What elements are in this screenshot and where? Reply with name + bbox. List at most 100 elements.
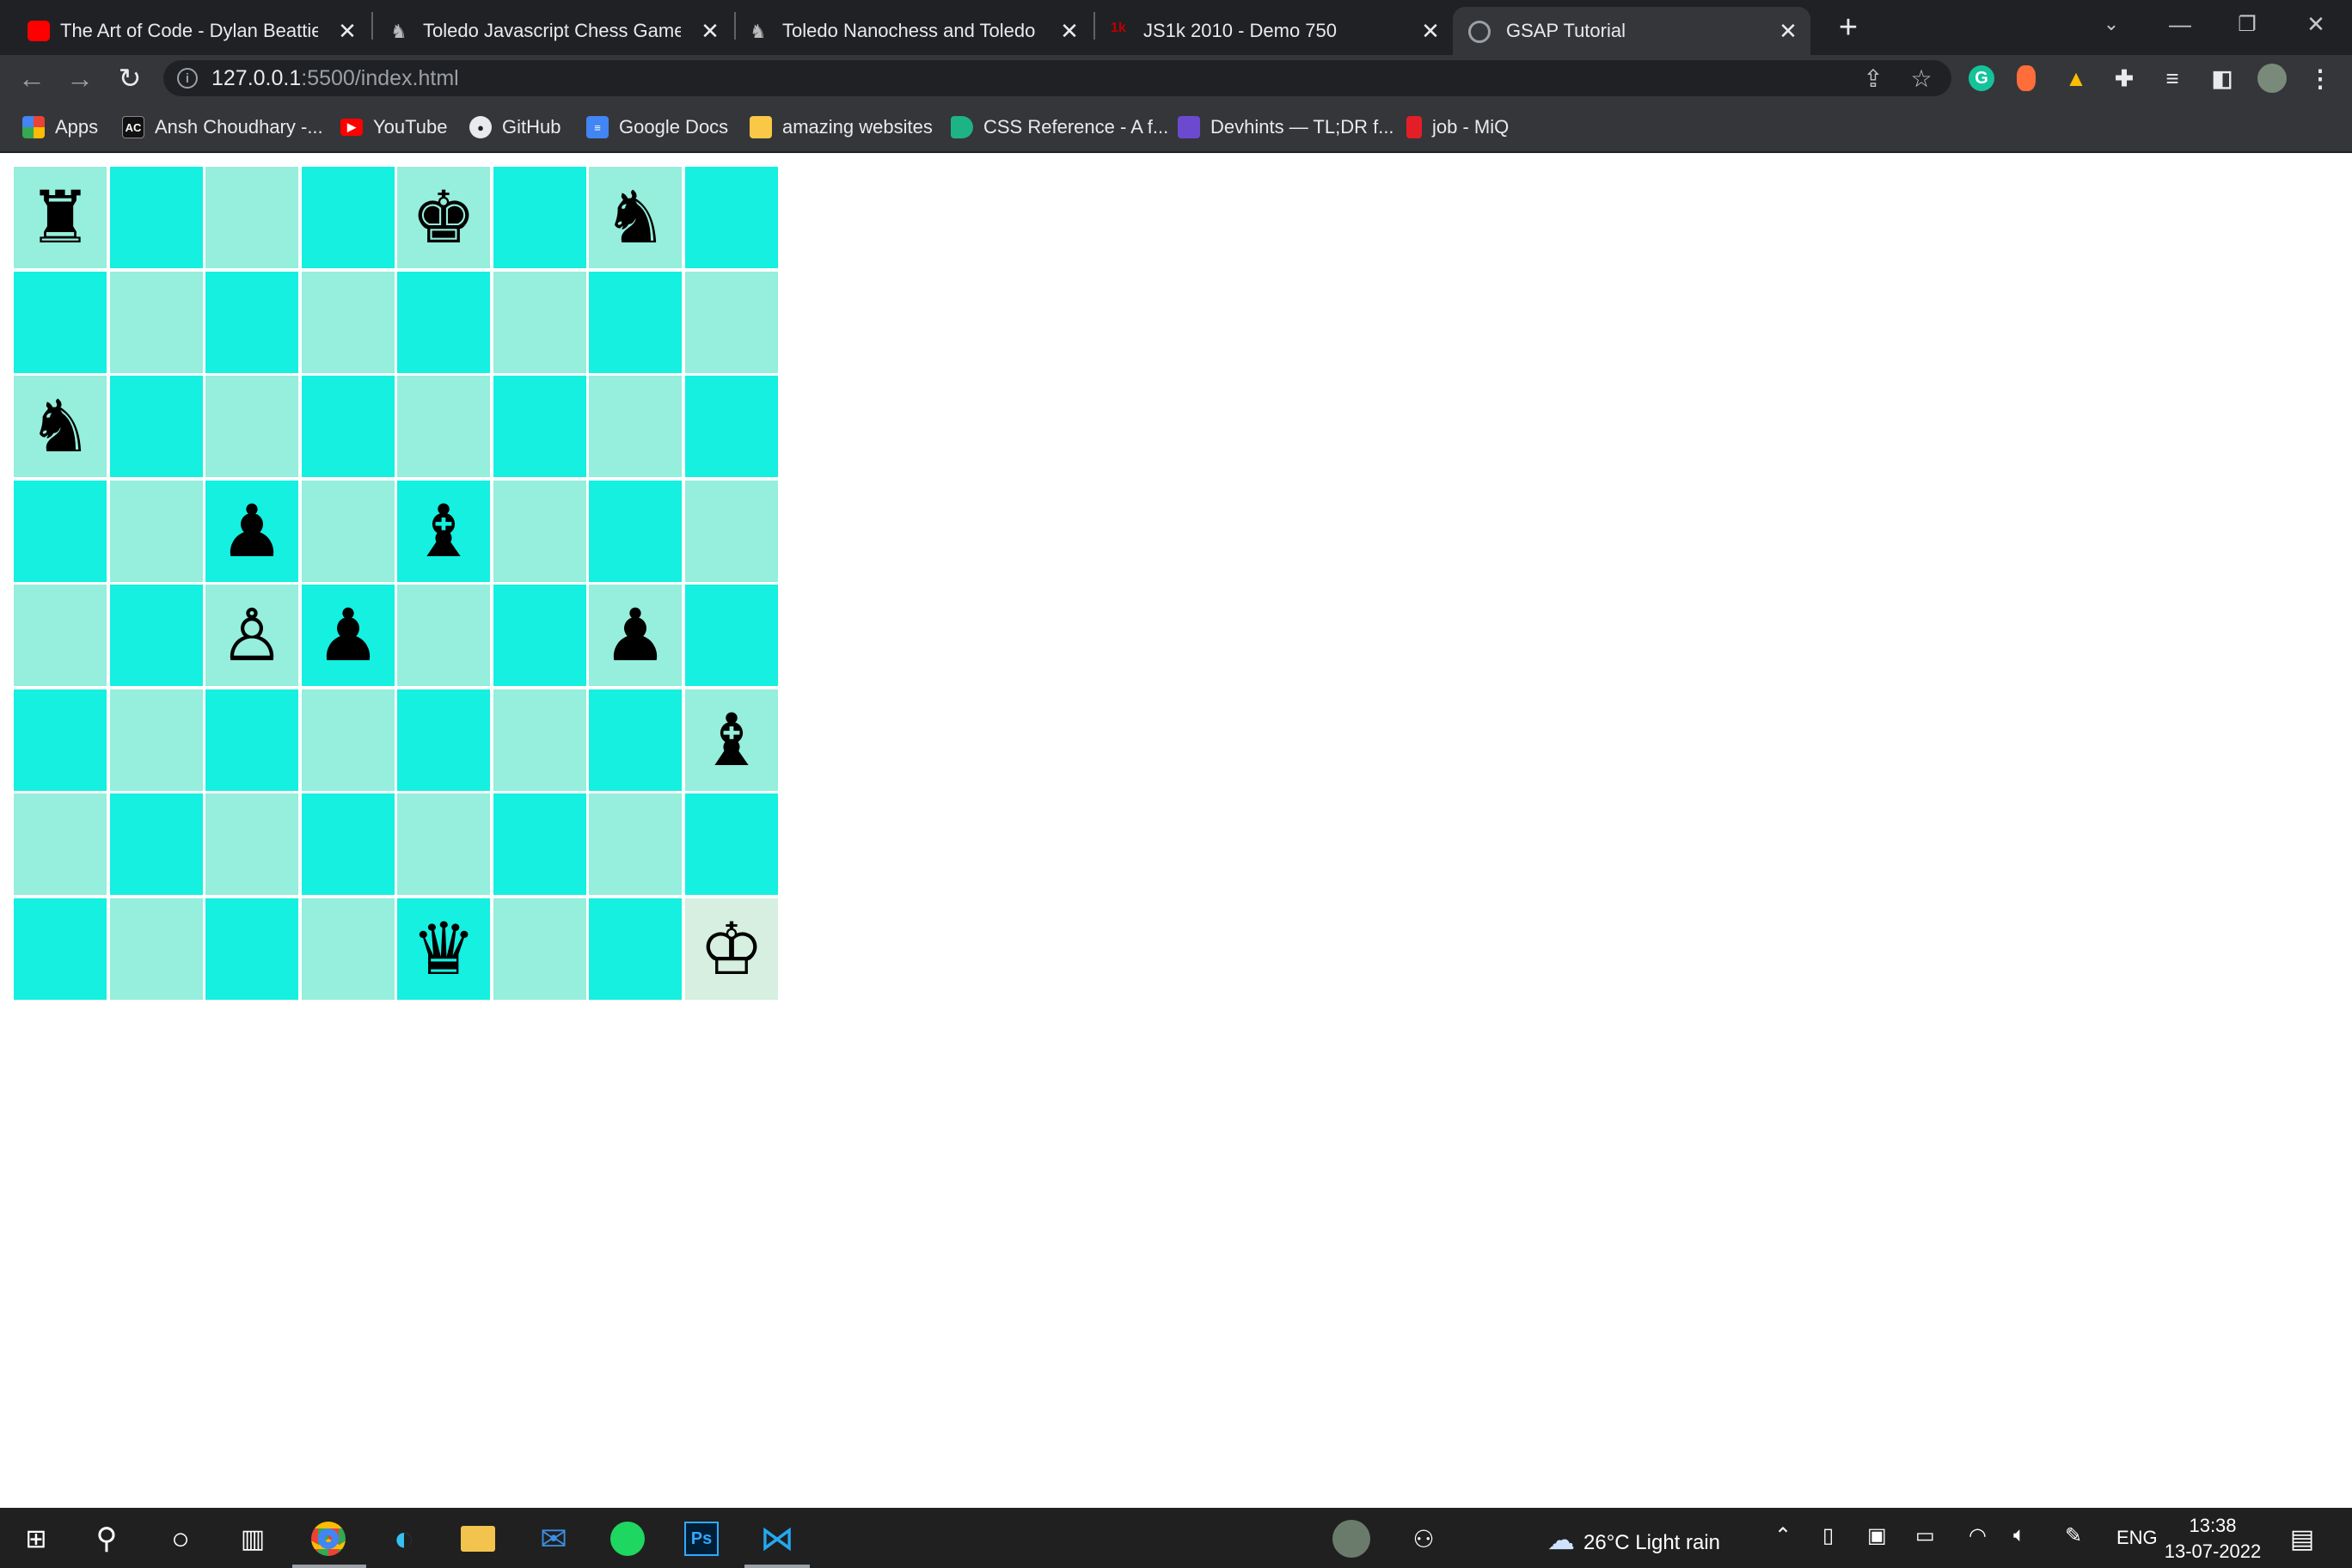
bookmark-apps[interactable]: Apps — [22, 113, 98, 141]
square-d1[interactable] — [302, 898, 395, 1000]
bookmark-ansh[interactable]: AC Ansh Choudhary -... — [122, 113, 323, 141]
bookmark-amazing-websites[interactable]: amazing websites — [750, 113, 933, 141]
tab-toledo-chess[interactable]: ♞ Toledo Javascript Chess Game ✕ — [389, 7, 732, 55]
square-h1[interactable]: ♔ — [685, 898, 778, 1000]
square-g2[interactable] — [589, 793, 682, 895]
square-d6[interactable] — [302, 376, 395, 477]
grammarly-icon[interactable]: G — [1969, 65, 1994, 91]
new-tab-button[interactable]: + — [1831, 9, 1865, 46]
battery-icon[interactable]: ▭ — [1915, 1523, 1935, 1548]
square-h3[interactable]: ♝ — [685, 689, 778, 791]
tab-toledo-nanochess[interactable]: ♞ Toledo Nanochess and Toledo Pi ✕ — [748, 7, 1092, 55]
square-d5[interactable] — [302, 481, 395, 582]
square-g3[interactable] — [589, 689, 682, 791]
square-e8[interactable]: ♚ — [397, 167, 490, 268]
square-c5[interactable]: ♟ — [205, 481, 298, 582]
square-b3[interactable] — [110, 689, 203, 791]
square-b8[interactable] — [110, 167, 203, 268]
address-bar[interactable]: i 127.0.0.1:5500/index.html — [163, 60, 1951, 96]
square-f4[interactable] — [493, 585, 586, 686]
square-h5[interactable] — [685, 481, 778, 582]
mail-icon[interactable]: ✉ — [533, 1518, 574, 1559]
file-explorer-icon[interactable] — [457, 1518, 499, 1559]
bookmark-youtube[interactable]: ▶ YouTube — [340, 113, 447, 141]
chess-piece[interactable]: ♜ — [28, 181, 92, 254]
chess-piece[interactable]: ♟ — [219, 495, 284, 567]
square-c2[interactable] — [205, 793, 298, 895]
square-d7[interactable] — [302, 272, 395, 373]
extension-icon[interactable] — [2017, 65, 2036, 91]
square-a6[interactable]: ♞ — [14, 376, 107, 477]
profile-avatar[interactable] — [2257, 64, 2287, 93]
weather-widget[interactable]: ☁ 26°C Light rain — [1547, 1523, 1720, 1556]
vscode-icon[interactable]: ⋈ — [756, 1518, 798, 1559]
people-icon[interactable]: ⚇ — [1403, 1518, 1444, 1559]
bookmark-devhints[interactable]: Devhints — TL;DR f... — [1178, 113, 1394, 141]
square-b2[interactable] — [110, 793, 203, 895]
chess-piece[interactable]: ♛ — [411, 913, 475, 985]
bookmark-github[interactable]: ● GitHub — [469, 113, 560, 141]
bookmark-google-docs[interactable]: ≡ Google Docs — [586, 113, 728, 141]
square-g6[interactable] — [589, 376, 682, 477]
pen-icon[interactable]: ✎ — [2065, 1523, 2082, 1548]
restore-button[interactable]: ❐ — [2221, 7, 2273, 41]
close-icon[interactable]: ✕ — [698, 18, 722, 44]
extensions-puzzle-icon[interactable]: ✚ — [2111, 65, 2137, 91]
language-indicator[interactable]: ENG — [2116, 1527, 2158, 1549]
square-e6[interactable] — [397, 376, 490, 477]
square-g5[interactable] — [589, 481, 682, 582]
square-b6[interactable] — [110, 376, 203, 477]
square-c4[interactable]: ♙ — [205, 585, 298, 686]
windows-start-icon[interactable]: ⊞ — [15, 1518, 57, 1559]
chess-piece[interactable]: ♞ — [603, 181, 667, 254]
chess-piece[interactable]: ♟ — [603, 599, 667, 671]
system-clock[interactable]: 13:38 13-07-2022 — [2161, 1513, 2264, 1565]
minimize-button[interactable]: — — [2154, 7, 2206, 41]
square-d8[interactable] — [302, 167, 395, 268]
close-icon[interactable]: ✕ — [1057, 18, 1081, 44]
reload-button[interactable]: ↻ — [112, 60, 148, 96]
side-panel-icon[interactable]: ◧ — [2209, 65, 2235, 91]
square-g4[interactable]: ♟ — [589, 585, 682, 686]
square-e3[interactable] — [397, 689, 490, 791]
square-b7[interactable] — [110, 272, 203, 373]
tab-js1k[interactable]: 1k JS1k 2010 - Demo 750 ✕ — [1109, 7, 1453, 55]
share-icon[interactable]: ⇪ — [1857, 62, 1890, 95]
bookmark-job-miq[interactable]: job - MiQ — [1406, 113, 1509, 141]
search-icon[interactable]: ⚲ — [86, 1518, 127, 1559]
square-e2[interactable] — [397, 793, 490, 895]
edge-icon[interactable]: ◐ — [383, 1518, 425, 1559]
square-b4[interactable] — [110, 585, 203, 686]
spotify-icon[interactable] — [607, 1518, 648, 1559]
square-g8[interactable]: ♞ — [589, 167, 682, 268]
square-f3[interactable] — [493, 689, 586, 791]
close-icon[interactable]: ✕ — [1418, 18, 1442, 44]
chess-piece[interactable]: ♝ — [699, 704, 763, 776]
tray-app-icon[interactable]: ▯ — [1822, 1523, 1834, 1548]
square-c7[interactable] — [205, 272, 298, 373]
square-f6[interactable] — [493, 376, 586, 477]
wifi-icon[interactable]: ◠ — [1969, 1523, 1987, 1548]
chess-piece[interactable]: ♟ — [315, 599, 380, 671]
reading-list-icon[interactable]: ≡ — [2159, 65, 2185, 91]
square-c6[interactable] — [205, 376, 298, 477]
square-a5[interactable] — [14, 481, 107, 582]
square-d2[interactable] — [302, 793, 395, 895]
chrome-icon[interactable] — [308, 1518, 349, 1559]
square-a7[interactable] — [14, 272, 107, 373]
square-e5[interactable]: ♝ — [397, 481, 490, 582]
square-b1[interactable] — [110, 898, 203, 1000]
square-a4[interactable] — [14, 585, 107, 686]
square-e7[interactable] — [397, 272, 490, 373]
chess-piece[interactable]: ♔ — [699, 913, 763, 985]
tab-art-of-code[interactable]: The Art of Code - Dylan Beattie - ✕ — [26, 7, 370, 55]
square-d4[interactable]: ♟ — [302, 585, 395, 686]
site-info-icon[interactable]: i — [177, 68, 198, 89]
square-b5[interactable] — [110, 481, 203, 582]
chess-piece[interactable]: ♝ — [411, 495, 475, 567]
close-icon[interactable]: ✕ — [335, 18, 359, 44]
square-h6[interactable] — [685, 376, 778, 477]
square-f1[interactable] — [493, 898, 586, 1000]
forward-button[interactable]: → — [62, 60, 98, 96]
square-e4[interactable] — [397, 585, 490, 686]
